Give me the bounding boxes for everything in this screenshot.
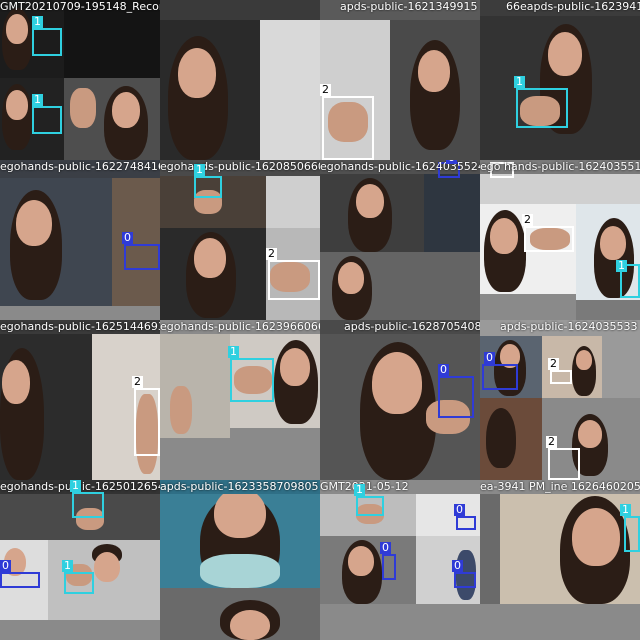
thumbnail [480, 398, 542, 480]
tile-caption: egohands-public-1622748416 [0, 160, 160, 173]
thumbnail [160, 334, 230, 438]
mosaic-tile: 0 2 2 apds-public-1624035533 [480, 320, 640, 480]
bounding-box [548, 448, 580, 480]
bounding-box [72, 492, 104, 518]
thumbnail [0, 178, 112, 306]
tile-caption: apds-public-1623358709805 [160, 480, 319, 493]
mosaic-tile: 0 egohands-public-1624035524 [320, 160, 480, 320]
mosaic-tile: 1 0 1 egohands-public-1625012654662 [0, 480, 160, 640]
box-label: 0 [438, 363, 449, 376]
thumbnail [480, 174, 640, 204]
box-label: 1 [354, 483, 365, 496]
bounding-box [456, 516, 476, 530]
mosaic-tile: 0 apds-public-1628705408163 [320, 320, 480, 480]
mosaic-tile: 2 1 ego hands-public-1624035519203 [480, 160, 640, 320]
box-label: 0 [484, 351, 495, 364]
bounding-box [550, 370, 572, 384]
bounding-box [454, 572, 476, 588]
bounding-box [382, 554, 396, 580]
box-label: 1 [32, 15, 43, 28]
bounding-box [516, 88, 568, 128]
thumbnail [160, 228, 266, 320]
bounding-box [482, 364, 518, 390]
box-label: 1 [514, 75, 525, 88]
mosaic-tile: 1 ea-3941 PM_ine 1626460205 [480, 480, 640, 640]
box-label: 1 [194, 163, 205, 176]
bounding-box [356, 496, 384, 516]
mosaic-tile: apds-public-1623358709805 [160, 480, 320, 640]
box-label: 1 [62, 559, 73, 572]
bounding-box [438, 376, 474, 418]
bounding-box [64, 572, 94, 594]
mosaic-tile: 1 66eapds-public-16239419 [480, 0, 640, 160]
mosaic-tile: 0 egohands-public-1622748416 [0, 160, 160, 320]
thumbnail [0, 334, 92, 480]
mosaic-tile: 1 1 GMT20210709-195148_Recording_640x360… [0, 0, 160, 160]
mosaic-tile: 2 apds-public-1621349915 [320, 0, 480, 160]
box-label: 1 [32, 93, 43, 106]
bounding-box [0, 572, 40, 588]
thumbnail [160, 494, 320, 588]
thumbnail [390, 20, 480, 160]
bounding-box [230, 358, 274, 402]
box-label: 1 [70, 480, 81, 492]
thumbnail [160, 588, 320, 640]
bounding-box [624, 516, 640, 552]
mosaic-tile: 1 egohands-public-1623966066055 [160, 320, 320, 480]
tile-caption: egohands-public-1620850660 [160, 160, 320, 173]
thumbnail [112, 178, 160, 306]
bounding-box [32, 106, 62, 134]
tile-caption: GMT20210709-195148_Recording_640x360_162… [0, 0, 160, 13]
thumbnail [480, 494, 500, 604]
mosaic-tile: 1 0 0 0 GMT2021-05-12 [320, 480, 480, 640]
tile-caption: apds-public-1624035533 [500, 320, 638, 333]
bounding-box [124, 244, 160, 270]
thumbnail [266, 176, 320, 228]
bounding-box [322, 96, 374, 160]
box-label: 2 [546, 435, 557, 448]
box-label: 2 [132, 375, 143, 388]
thumbnail [64, 78, 160, 160]
thumbnail [320, 536, 416, 604]
tile-caption: apds-public-1628705408163 [344, 320, 480, 333]
box-label: 2 [522, 213, 533, 226]
thumbnail [424, 174, 480, 252]
tile-caption: egohands-public-1623966066055 [160, 320, 320, 333]
mosaic-tile: 1 2 egohands-public-1620850660 [160, 160, 320, 320]
bounding-box [134, 388, 160, 456]
thumbnail [500, 494, 640, 604]
box-label: 0 [454, 503, 465, 516]
mosaic-tile [160, 0, 320, 160]
tile-caption: GMT2021-05-12 [320, 480, 480, 494]
bounding-box [32, 28, 62, 56]
box-label: 0 [446, 160, 457, 164]
thumbnail [320, 252, 480, 320]
box-label: 2 [320, 83, 331, 96]
box-label: 2 [548, 357, 559, 370]
thumbnail [160, 20, 260, 160]
mosaic-grid: 1 1 GMT20210709-195148_Recording_640x360… [0, 0, 640, 640]
box-label: 1 [228, 345, 239, 358]
tile-caption [160, 0, 320, 14]
tile-caption: ea-3941 PM_ine 1626460205 [480, 480, 640, 493]
box-label: 0 [452, 559, 463, 572]
tile-caption: apds-public-1621349915 [340, 0, 478, 13]
box-label: 0 [380, 541, 391, 554]
thumbnail [320, 174, 424, 252]
bounding-box [194, 176, 222, 198]
mosaic-tile: 2 egohands-public-1625144693 [0, 320, 160, 480]
box-label: 0 [0, 559, 11, 572]
tile-caption: ego hands-public-1624035519203 [480, 160, 640, 173]
tile-caption: egohands-public-1625144693 [0, 320, 160, 333]
thumbnail [260, 20, 320, 160]
box-label: 0 [122, 231, 133, 244]
box-label: 1 [620, 503, 631, 516]
tile-caption: 66eapds-public-16239419 [506, 0, 640, 13]
thumbnail [416, 536, 480, 604]
box-label: 1 [616, 259, 627, 272]
bounding-box [524, 226, 574, 252]
bounding-box [268, 260, 320, 300]
box-label: 2 [266, 247, 277, 260]
